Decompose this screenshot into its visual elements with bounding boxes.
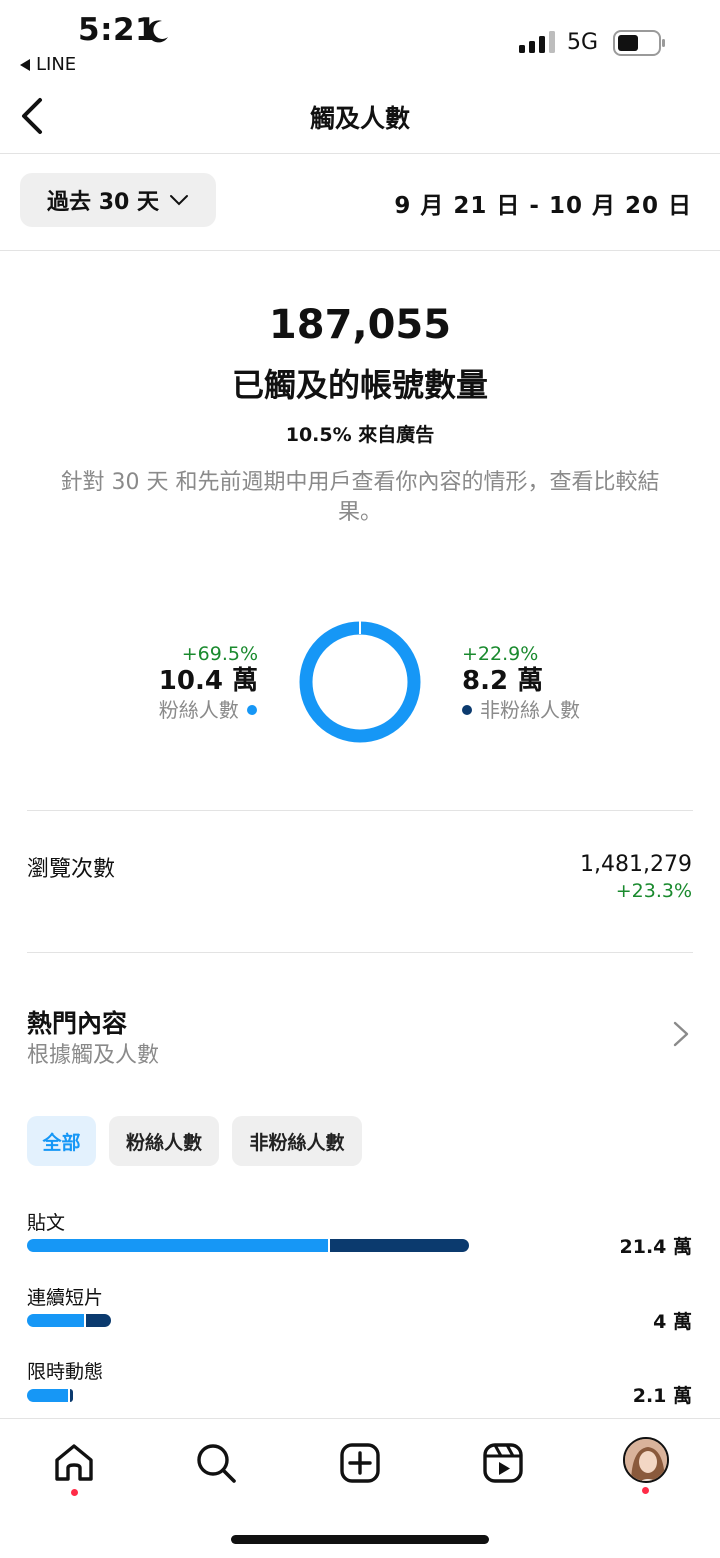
top-content-title[interactable]: 熱門內容 [27,1004,127,1040]
non-followers-change: +22.9% [462,643,539,665]
home-icon [55,1444,93,1481]
non-followers-value: 8.2 萬 [462,666,544,696]
date-range-text: 9 月 21 日 - 10 月 20 日 [394,193,692,219]
moon-icon [147,20,168,43]
compare-note: 針對 30 天 和先前週期中用戶查看你內容的情形，查看比較結果。 [60,470,660,525]
followers-legend-dot [246,705,257,715]
date-range-dropdown-label: 過去 30 天 [47,190,159,215]
chip-non-followers[interactable]: 非粉絲人數 [232,1116,362,1166]
views-label: 瀏覽次數 [27,857,116,882]
followers-value: 10.4 萬 [158,666,258,696]
content-bar-followers [27,1239,328,1252]
signal-icon [519,31,555,53]
non-followers-stat: +22.9% 8.2 萬 非粉絲人數 [462,643,580,723]
reels-icon [483,1443,523,1483]
content-type-label: 貼文 [27,1212,66,1234]
divider [27,810,693,811]
back-triangle-icon [20,58,30,71]
accounts-reached-total: 187,055 [268,302,452,348]
chevron-right-icon[interactable] [672,1020,690,1048]
profile-notification-dot [642,1487,649,1494]
search-tab[interactable] [194,1441,238,1485]
content-bar [27,1239,469,1252]
accounts-reached-label: 已觸及的帳號數量 [231,366,488,404]
content-bar-non-followers [330,1239,469,1252]
content-bar-non-followers [70,1389,73,1402]
divider [27,952,693,953]
back-to-app-link[interactable]: LINE [20,54,76,75]
non-followers-label: 非粉絲人數 [480,698,580,722]
content-bar-followers [27,1314,84,1327]
donut-followers-arc [299,621,421,743]
ad-share-text: 10.5% 來自廣告 [285,424,435,446]
reels-tab[interactable] [481,1441,525,1485]
non-followers-label-row: 非粉絲人數 [462,697,580,723]
create-tab[interactable] [338,1441,382,1485]
chevron-down-icon [169,195,188,206]
content-bar-non-followers [86,1314,111,1327]
content-type-value: 4 萬 [653,1311,692,1333]
content-type-value: 2.1 萬 [632,1385,692,1407]
content-bar [27,1314,111,1327]
back-app-label: LINE [36,54,77,75]
chip-all[interactable]: 全部 [27,1116,96,1166]
followers-label: 粉絲人數 [158,698,239,722]
battery-icon [613,30,665,56]
content-type-label: 限時動態 [27,1361,104,1383]
views-value-block: 1,481,279 +23.3% [580,851,692,903]
divider [0,250,720,251]
home-indicator [231,1535,489,1544]
home-tab[interactable] [52,1441,96,1485]
chip-followers[interactable]: 粉絲人數 [109,1116,219,1166]
reach-insights-screen: 5:21 LINE 5G 觸及人數 過去 30 天 9 月 21 日 - 10 … [0,0,720,1558]
content-bar [27,1389,73,1402]
top-content-subtitle: 根據觸及人數 [27,1043,160,1068]
followers-stat: +69.5% 10.4 萬 粉絲人數 [159,643,258,723]
views-value: 1,481,279 [580,852,692,877]
divider [0,153,720,154]
create-icon [340,1443,380,1483]
content-bar-followers [27,1389,68,1402]
search-icon [197,1444,236,1483]
network-type: 5G [567,30,599,55]
date-range-dropdown[interactable]: 過去 30 天 [20,173,216,227]
content-type-value: 21.4 萬 [619,1236,693,1258]
followers-change: +69.5% [181,643,258,665]
views-change: +23.3% [615,880,692,902]
followers-label-row: 粉絲人數 [159,697,258,723]
home-notification-dot [71,1489,78,1496]
content-type-label: 連續短片 [27,1287,104,1309]
page-title: 觸及人數 [309,104,410,133]
reach-donut-chart [299,621,421,743]
profile-avatar[interactable] [623,1437,669,1483]
non-followers-legend-dot [462,705,472,715]
